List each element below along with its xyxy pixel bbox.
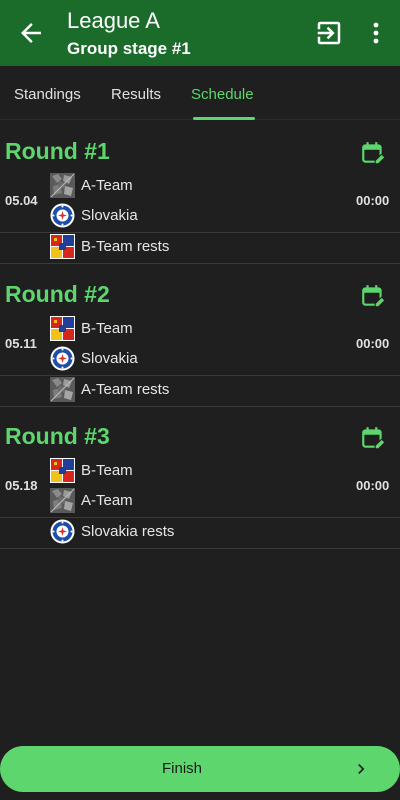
tab-standings[interactable]: Standings [14,66,81,120]
team-flag-icon [50,316,75,341]
team-name: A-Team [81,177,133,194]
exit-icon[interactable] [314,18,344,48]
divider [0,263,400,264]
match-time: 00:00 [356,478,390,493]
tab-schedule[interactable]: Schedule [191,66,254,120]
round-title: Round #2 [5,281,110,307]
match-date: 05.04 [5,193,38,208]
home-team: B-Team [50,458,350,484]
tab-indicator [193,117,255,120]
team-flag-icon [50,203,75,228]
divider [0,517,400,518]
app-bar: League A Group stage #1 [0,0,400,66]
arrow-left-icon[interactable] [16,18,46,48]
resting-team: B-Team rests [50,234,350,260]
page-subtitle: Group stage #1 [67,39,191,58]
team-name: Slovakia [81,350,138,367]
round-title: Round #1 [5,138,110,164]
divider [0,375,400,376]
resting-team: Slovakia rests [50,519,350,545]
finish-button-label: Finish [161,760,202,777]
more-vertical-icon[interactable] [366,18,386,48]
team-flag-icon [50,173,75,198]
chevron-right-icon [358,764,365,774]
away-team: Slovakia [50,203,350,229]
rest-label: A-Team rests [81,381,170,398]
rest-label: B-Team rests [81,238,170,255]
team-flag-icon [50,519,75,544]
rest-label: Slovakia rests [81,523,175,540]
resting-team: A-Team rests [50,377,350,403]
divider [0,232,400,233]
divider [0,548,400,549]
page-title: League A [67,8,160,33]
away-team: A-Team [50,488,350,514]
match-date: 05.11 [5,336,37,351]
match-time: 00:00 [356,193,390,208]
finish-button[interactable]: Finish [0,746,400,792]
team-flag-icon [50,234,75,259]
calendar-edit-icon[interactable] [360,283,386,309]
team-flag-icon [50,488,75,513]
tab-results[interactable]: Results [111,66,161,120]
tab-bar: Standings Results Schedule [0,66,400,120]
match-date: 05.18 [5,478,38,493]
team-name: Slovakia [81,207,138,224]
round-title: Round #3 [5,423,110,449]
team-name: B-Team [81,462,133,479]
team-flag-icon [50,377,75,402]
team-flag-icon [50,346,75,371]
calendar-edit-icon[interactable] [360,425,386,451]
home-team: B-Team [50,316,350,342]
divider [0,406,400,407]
team-flag-icon [50,458,75,483]
match-time: 00:00 [356,336,390,351]
home-team: A-Team [50,173,350,199]
team-name: A-Team [81,492,133,509]
calendar-edit-icon[interactable] [360,140,386,166]
team-name: B-Team [81,320,133,337]
away-team: Slovakia [50,346,350,372]
